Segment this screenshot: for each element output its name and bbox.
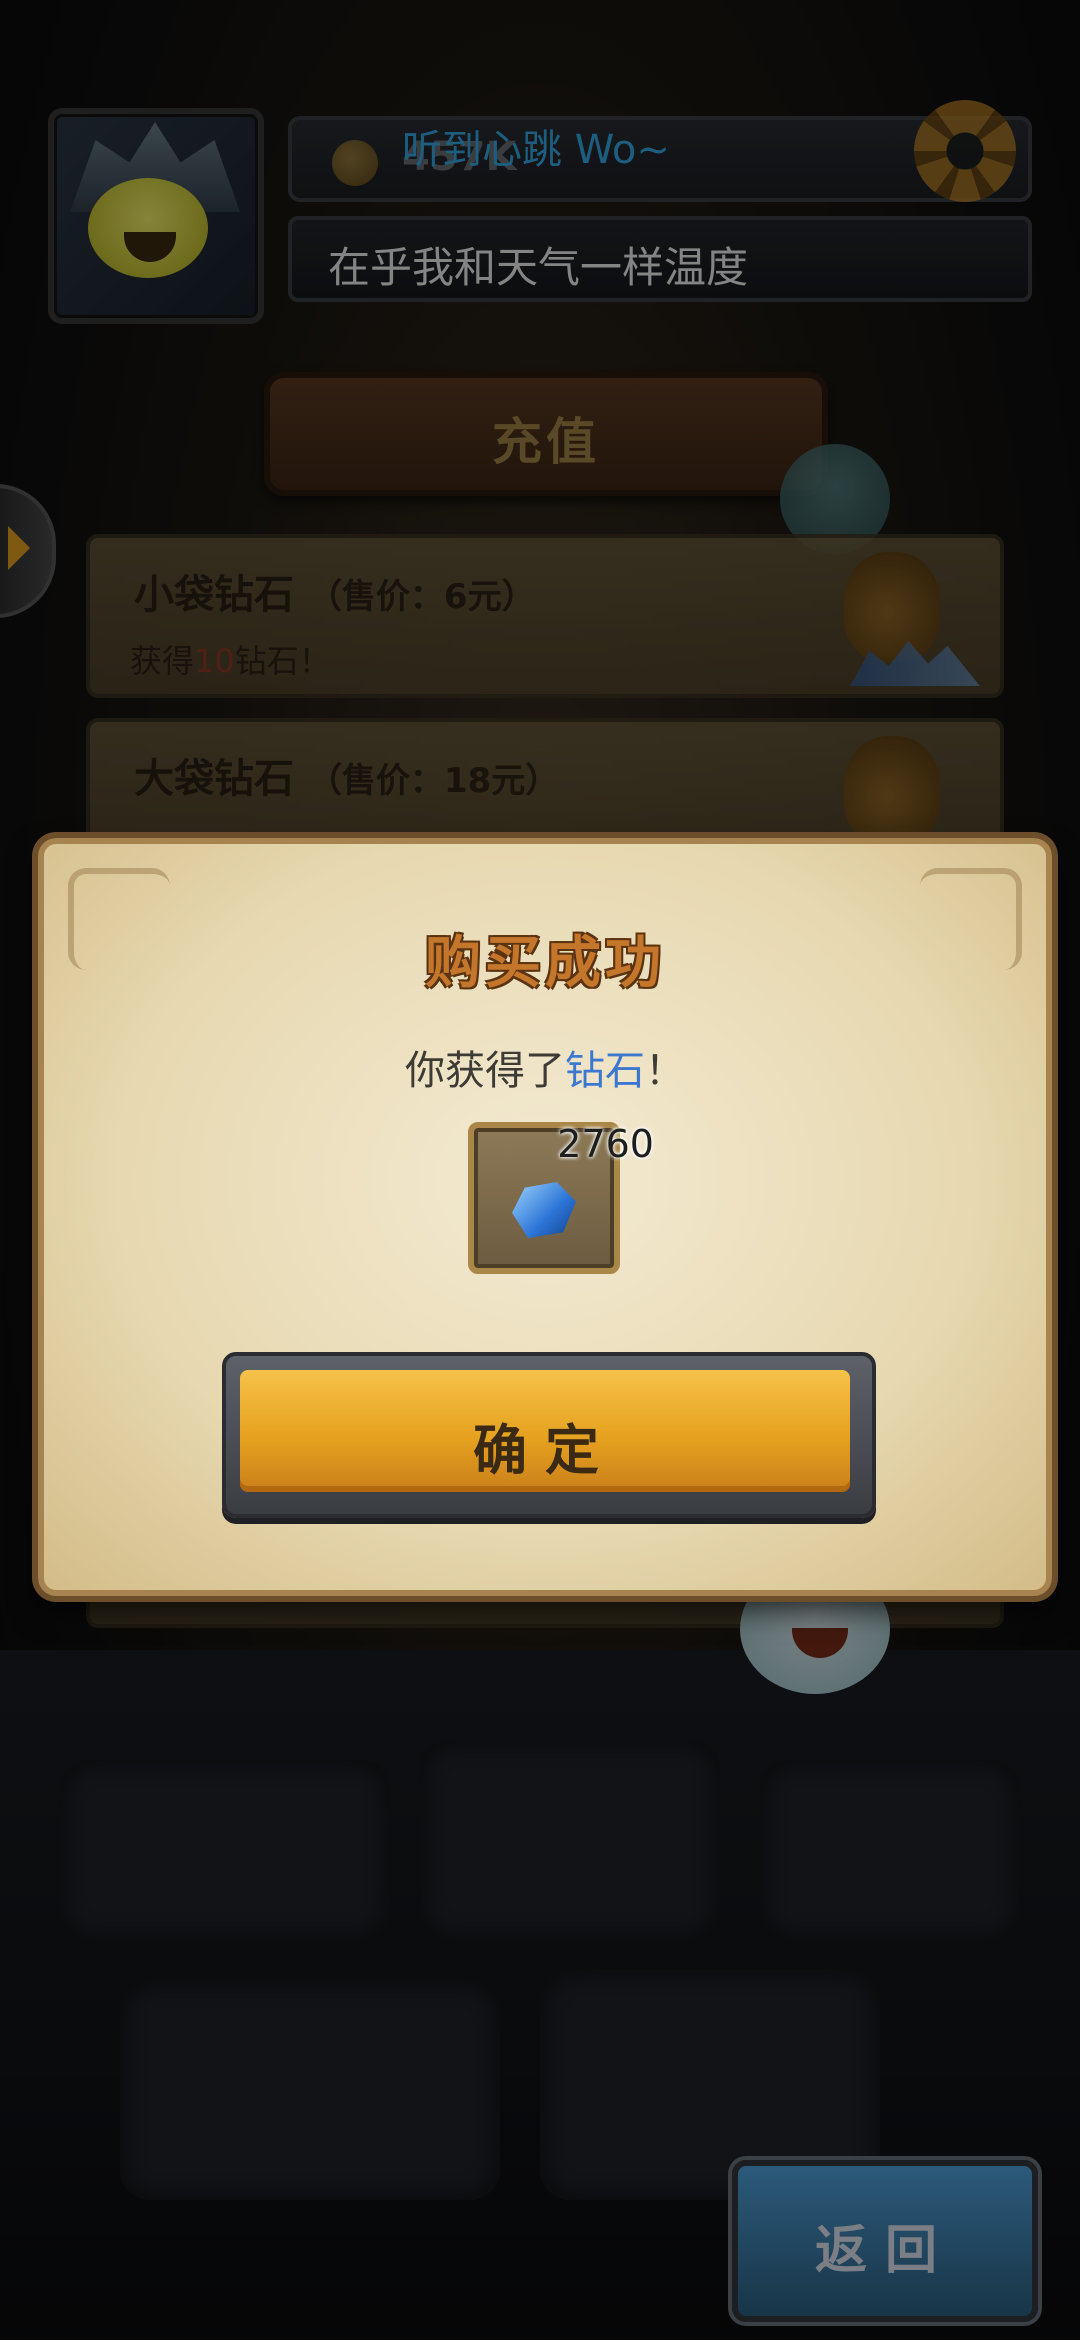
message-suffix: ！ — [645, 1048, 685, 1094]
confirm-button[interactable]: 确定 — [222, 1352, 876, 1518]
confirm-button-label: 确定 — [473, 1419, 617, 1482]
purchase-success-dialog: 购买成功 你获得了钻石！ 2760 确定 — [38, 838, 1052, 1596]
confirm-button-face: 确定 — [240, 1370, 850, 1492]
reward-count: 2760 — [557, 1122, 654, 1166]
back-button[interactable]: 返回 — [732, 2160, 1038, 2322]
message-prefix: 你获得了 — [405, 1048, 565, 1094]
game-screen: 457K 听到心跳 Wo~ 在乎我和天气一样温度 充值 小袋钻石 （售价：6元）… — [0, 0, 1080, 2340]
dialog-title: 购买成功 — [425, 931, 665, 996]
dialog-message: 你获得了钻石！ — [44, 1038, 1046, 1096]
message-item: 钻石 — [565, 1048, 645, 1094]
back-button-label: 返回 — [814, 2221, 955, 2281]
